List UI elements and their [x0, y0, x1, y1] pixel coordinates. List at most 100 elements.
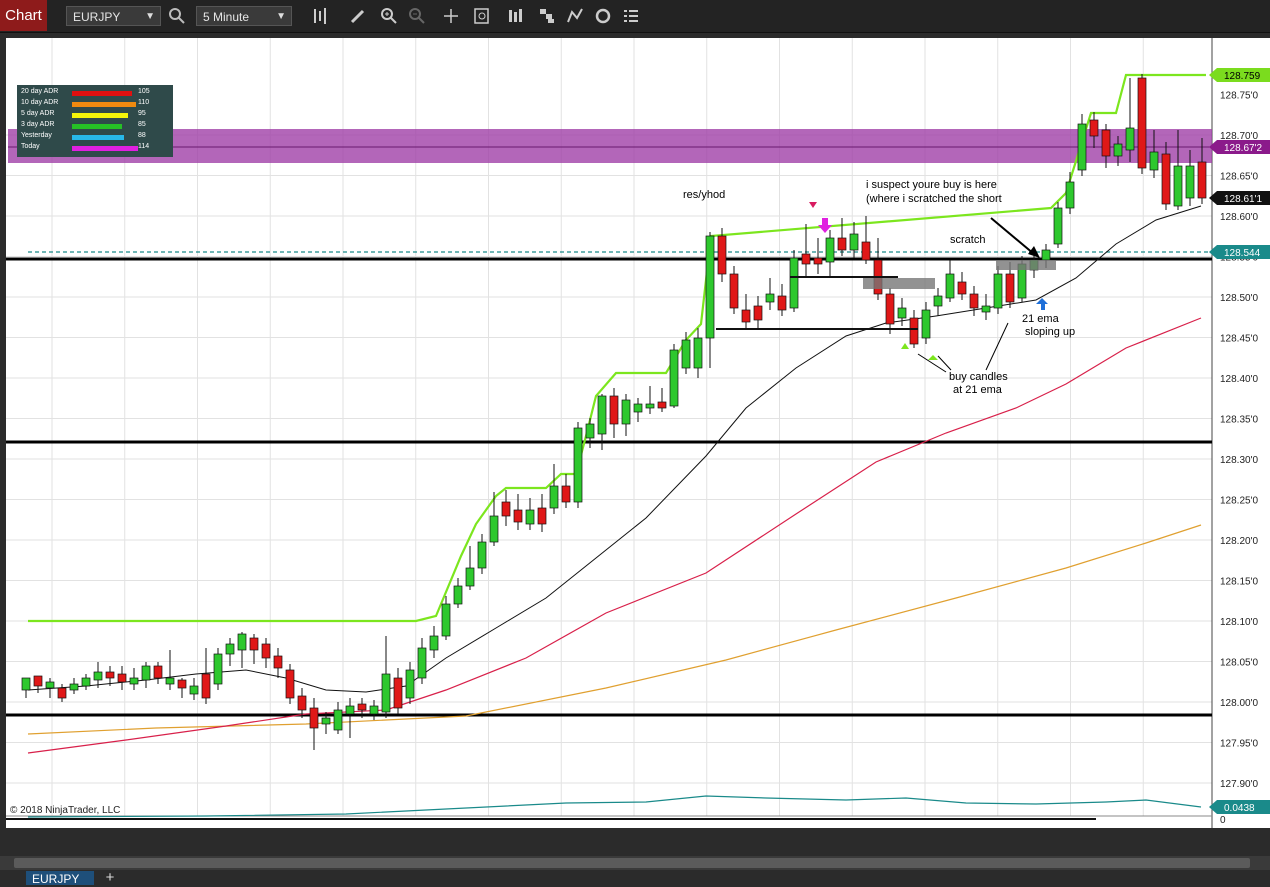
candle-down [741, 309, 751, 323]
instrument-label: EURJPY [73, 10, 121, 24]
adr-bar [72, 135, 124, 140]
zoom-in-icon[interactable] [379, 6, 399, 26]
candle-down [729, 273, 739, 309]
adr-label: 20 day ADR [21, 88, 59, 95]
candle-up [81, 677, 91, 687]
candle-down [1197, 161, 1207, 199]
scrollbar-thumb[interactable] [14, 858, 1250, 868]
zoom-out-icon[interactable] [407, 6, 427, 26]
annotation-text: i suspect youre buy is here [866, 179, 997, 191]
price-tick: 128.50'0 [1220, 293, 1258, 304]
scratch-label: scratch [950, 234, 985, 246]
candle-up [597, 395, 607, 435]
toolbar: Chart EURJPY ▼ 5 Minute ▼ [0, 0, 1270, 33]
horizontal-scrollbar[interactable] [0, 856, 1270, 870]
price-tick: 128.30'0 [1220, 455, 1258, 466]
adr-label: 5 day ADR [21, 110, 55, 117]
adr-value: 88 [138, 132, 146, 139]
resistance-zone [8, 129, 1212, 163]
candle-down [153, 665, 163, 679]
interval-selector[interactable]: 5 Minute ▼ [196, 6, 292, 26]
candle-down [57, 687, 67, 699]
chart-panel[interactable]: res/yhod i suspect youre buy is here (wher… [6, 38, 1270, 828]
candle-up [693, 337, 703, 369]
candle-down [1089, 119, 1099, 137]
candle-down [1137, 77, 1147, 169]
price-tick: 128.60'0 [1220, 212, 1258, 223]
candle-up [321, 717, 331, 725]
adr-bar [72, 91, 132, 96]
refresh-icon[interactable] [593, 6, 613, 26]
buy-label: buy candles [949, 371, 1008, 383]
add-tab-icon[interactable]: + [100, 870, 120, 885]
indicator-tick: 0 [1220, 815, 1226, 826]
price-tick: 128.20'0 [1220, 536, 1258, 547]
price-tick: 128.45'0 [1220, 334, 1258, 345]
candle-down [801, 253, 811, 265]
price-tag-label: 128.759 [1224, 71, 1261, 82]
crosshair-icon[interactable] [441, 6, 461, 26]
chart-tab[interactable]: Chart [0, 0, 47, 31]
price-tick: 128.40'0 [1220, 374, 1258, 385]
candle-up [165, 677, 175, 685]
candle-down [501, 501, 511, 517]
candle-up [681, 339, 691, 369]
buy-marker [928, 355, 938, 360]
indicators-icon[interactable] [506, 6, 526, 26]
properties-icon[interactable] [621, 6, 641, 26]
price-tick: 128.35'0 [1220, 415, 1258, 426]
candle-down [969, 293, 979, 309]
price-tick: 128.65'0 [1220, 172, 1258, 183]
adr-label: 3 day ADR [21, 121, 55, 128]
price-tag-label: 0.0438 [1224, 803, 1255, 814]
candle-up [993, 273, 1003, 309]
candle-up [381, 673, 391, 713]
candle-down [777, 295, 787, 311]
candle-up [333, 709, 343, 731]
instrument-tabs-bar [0, 870, 1270, 885]
candle-up [69, 683, 79, 691]
candle-down [561, 485, 571, 503]
candle-up [237, 633, 247, 651]
price-chart[interactable]: res/yhod i suspect youre buy is here (wher… [6, 38, 1270, 828]
instrument-selector[interactable]: EURJPY ▼ [66, 6, 161, 26]
search-icon[interactable] [167, 6, 187, 26]
ema-gold-line [27, 524, 1202, 735]
candle-up [981, 305, 991, 313]
candle-up [1185, 165, 1195, 199]
candle-down [309, 707, 319, 729]
chevron-down-icon: ▼ [145, 11, 155, 22]
price-tick: 128.15'0 [1220, 577, 1258, 588]
adr-value: 85 [138, 121, 146, 128]
blue-up-arrow [1036, 298, 1048, 310]
adr-label: Yesterday [21, 132, 52, 139]
buy-marker [901, 343, 909, 349]
price-tick: 128.10'0 [1220, 617, 1258, 628]
pencil-icon[interactable] [348, 6, 368, 26]
candle-down [813, 257, 823, 265]
candle-up [21, 677, 31, 691]
price-tag-label: 128.61'1 [1224, 194, 1262, 205]
candle-down [609, 395, 619, 425]
strategies-icon[interactable] [537, 6, 557, 26]
adr-value: 95 [138, 110, 146, 117]
candle-up [705, 235, 715, 339]
candle-down [1161, 153, 1171, 205]
price-tick: 128.05'0 [1220, 658, 1258, 669]
adr-label: 10 day ADR [21, 99, 59, 106]
instrument-tab[interactable]: EURJPY [26, 871, 94, 886]
candle-down [909, 317, 919, 345]
price-tag-label: 128.544 [1224, 248, 1261, 259]
drawing-tools-icon[interactable] [565, 6, 585, 26]
scratch-zone [996, 260, 1056, 270]
adr-label: Today [21, 143, 40, 150]
candle-up [549, 485, 559, 509]
data-box-icon[interactable] [472, 6, 492, 26]
ema-label: 21 ema [1022, 313, 1060, 325]
candle-down [885, 293, 895, 325]
candle-down [393, 677, 403, 709]
candle-up [345, 705, 355, 715]
price-tick: 128.75'0 [1220, 91, 1258, 102]
bar-chart-icon[interactable] [311, 6, 331, 26]
adr-bar [72, 113, 128, 118]
